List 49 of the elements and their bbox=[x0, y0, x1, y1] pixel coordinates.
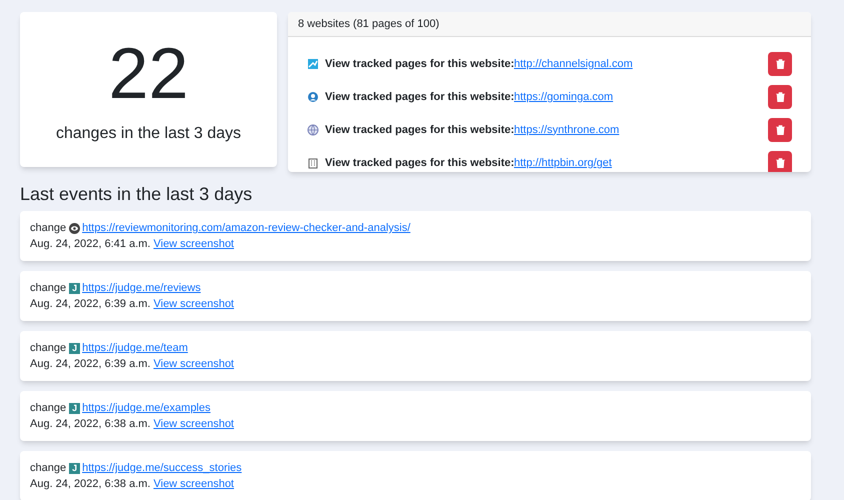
trash-icon bbox=[776, 158, 784, 168]
delete-button[interactable] bbox=[768, 85, 792, 109]
change-count: 22 bbox=[108, 34, 189, 114]
globe-icon bbox=[307, 124, 319, 136]
event-link[interactable]: https://judge.me/examples bbox=[82, 400, 210, 416]
row-label: View tracked pages for this website: bbox=[325, 156, 514, 171]
eye-icon bbox=[69, 222, 80, 234]
card-header: 8 websites (81 pages of 100) bbox=[288, 12, 811, 37]
event-time: Aug. 24, 2022, 6:41 a.m. bbox=[30, 237, 150, 252]
row-label: View tracked pages for this website: bbox=[325, 122, 514, 138]
trash-icon bbox=[776, 59, 784, 69]
event-type: change bbox=[30, 281, 66, 296]
screenshot-link[interactable]: View screenshot bbox=[153, 296, 234, 312]
screenshot-link[interactable]: View screenshot bbox=[153, 236, 234, 252]
delete-button[interactable] bbox=[768, 52, 792, 76]
event-type: change bbox=[30, 341, 66, 356]
building-icon bbox=[307, 157, 319, 169]
letter-favicon: J bbox=[69, 282, 80, 294]
event-type: change bbox=[30, 401, 66, 416]
event-time: Aug. 24, 2022, 6:38 a.m. bbox=[30, 477, 150, 492]
delete-button[interactable] bbox=[768, 151, 792, 172]
chart-icon bbox=[307, 58, 319, 70]
website-link[interactable]: http://httpbin.org/get bbox=[514, 154, 612, 172]
event-type: change bbox=[30, 221, 66, 236]
screenshot-link[interactable]: View screenshot bbox=[153, 356, 234, 372]
event-link[interactable]: https://judge.me/reviews bbox=[82, 280, 201, 296]
event-type: change bbox=[30, 461, 66, 476]
event-link[interactable]: https://reviewmonitoring.com/amazon-review-checker-and-analysis/ bbox=[82, 220, 410, 236]
summary-caption: changes in the last 3 days bbox=[56, 124, 241, 144]
event-link[interactable]: https://judge.me/success_stories bbox=[82, 460, 242, 476]
person-icon bbox=[307, 91, 319, 103]
screenshot-link[interactable]: View screenshot bbox=[153, 476, 234, 492]
website-link[interactable]: http://channelsignal.com bbox=[514, 56, 633, 72]
row-label: View tracked pages for this website: bbox=[325, 56, 514, 72]
screenshot-link[interactable]: View screenshot bbox=[153, 416, 234, 432]
letter-favicon: J bbox=[69, 402, 80, 414]
website-link[interactable]: https://synthrone.com bbox=[514, 122, 620, 138]
event-time: Aug. 24, 2022, 6:38 a.m. bbox=[30, 417, 150, 432]
event-time: Aug. 24, 2022, 6:39 a.m. bbox=[30, 357, 150, 372]
trash-icon bbox=[776, 92, 784, 102]
delete-button[interactable] bbox=[768, 118, 792, 142]
event-time: Aug. 24, 2022, 6:39 a.m. bbox=[30, 297, 150, 312]
trash-icon bbox=[776, 125, 784, 135]
event-link[interactable]: https://judge.me/team bbox=[82, 340, 188, 356]
letter-favicon: J bbox=[69, 342, 80, 354]
section-heading: Last events in the last 3 days bbox=[20, 183, 254, 206]
row-label: View tracked pages for this website: bbox=[325, 90, 514, 105]
letter-favicon: J bbox=[69, 462, 80, 474]
website-link[interactable]: https://gominga.com bbox=[514, 88, 614, 106]
